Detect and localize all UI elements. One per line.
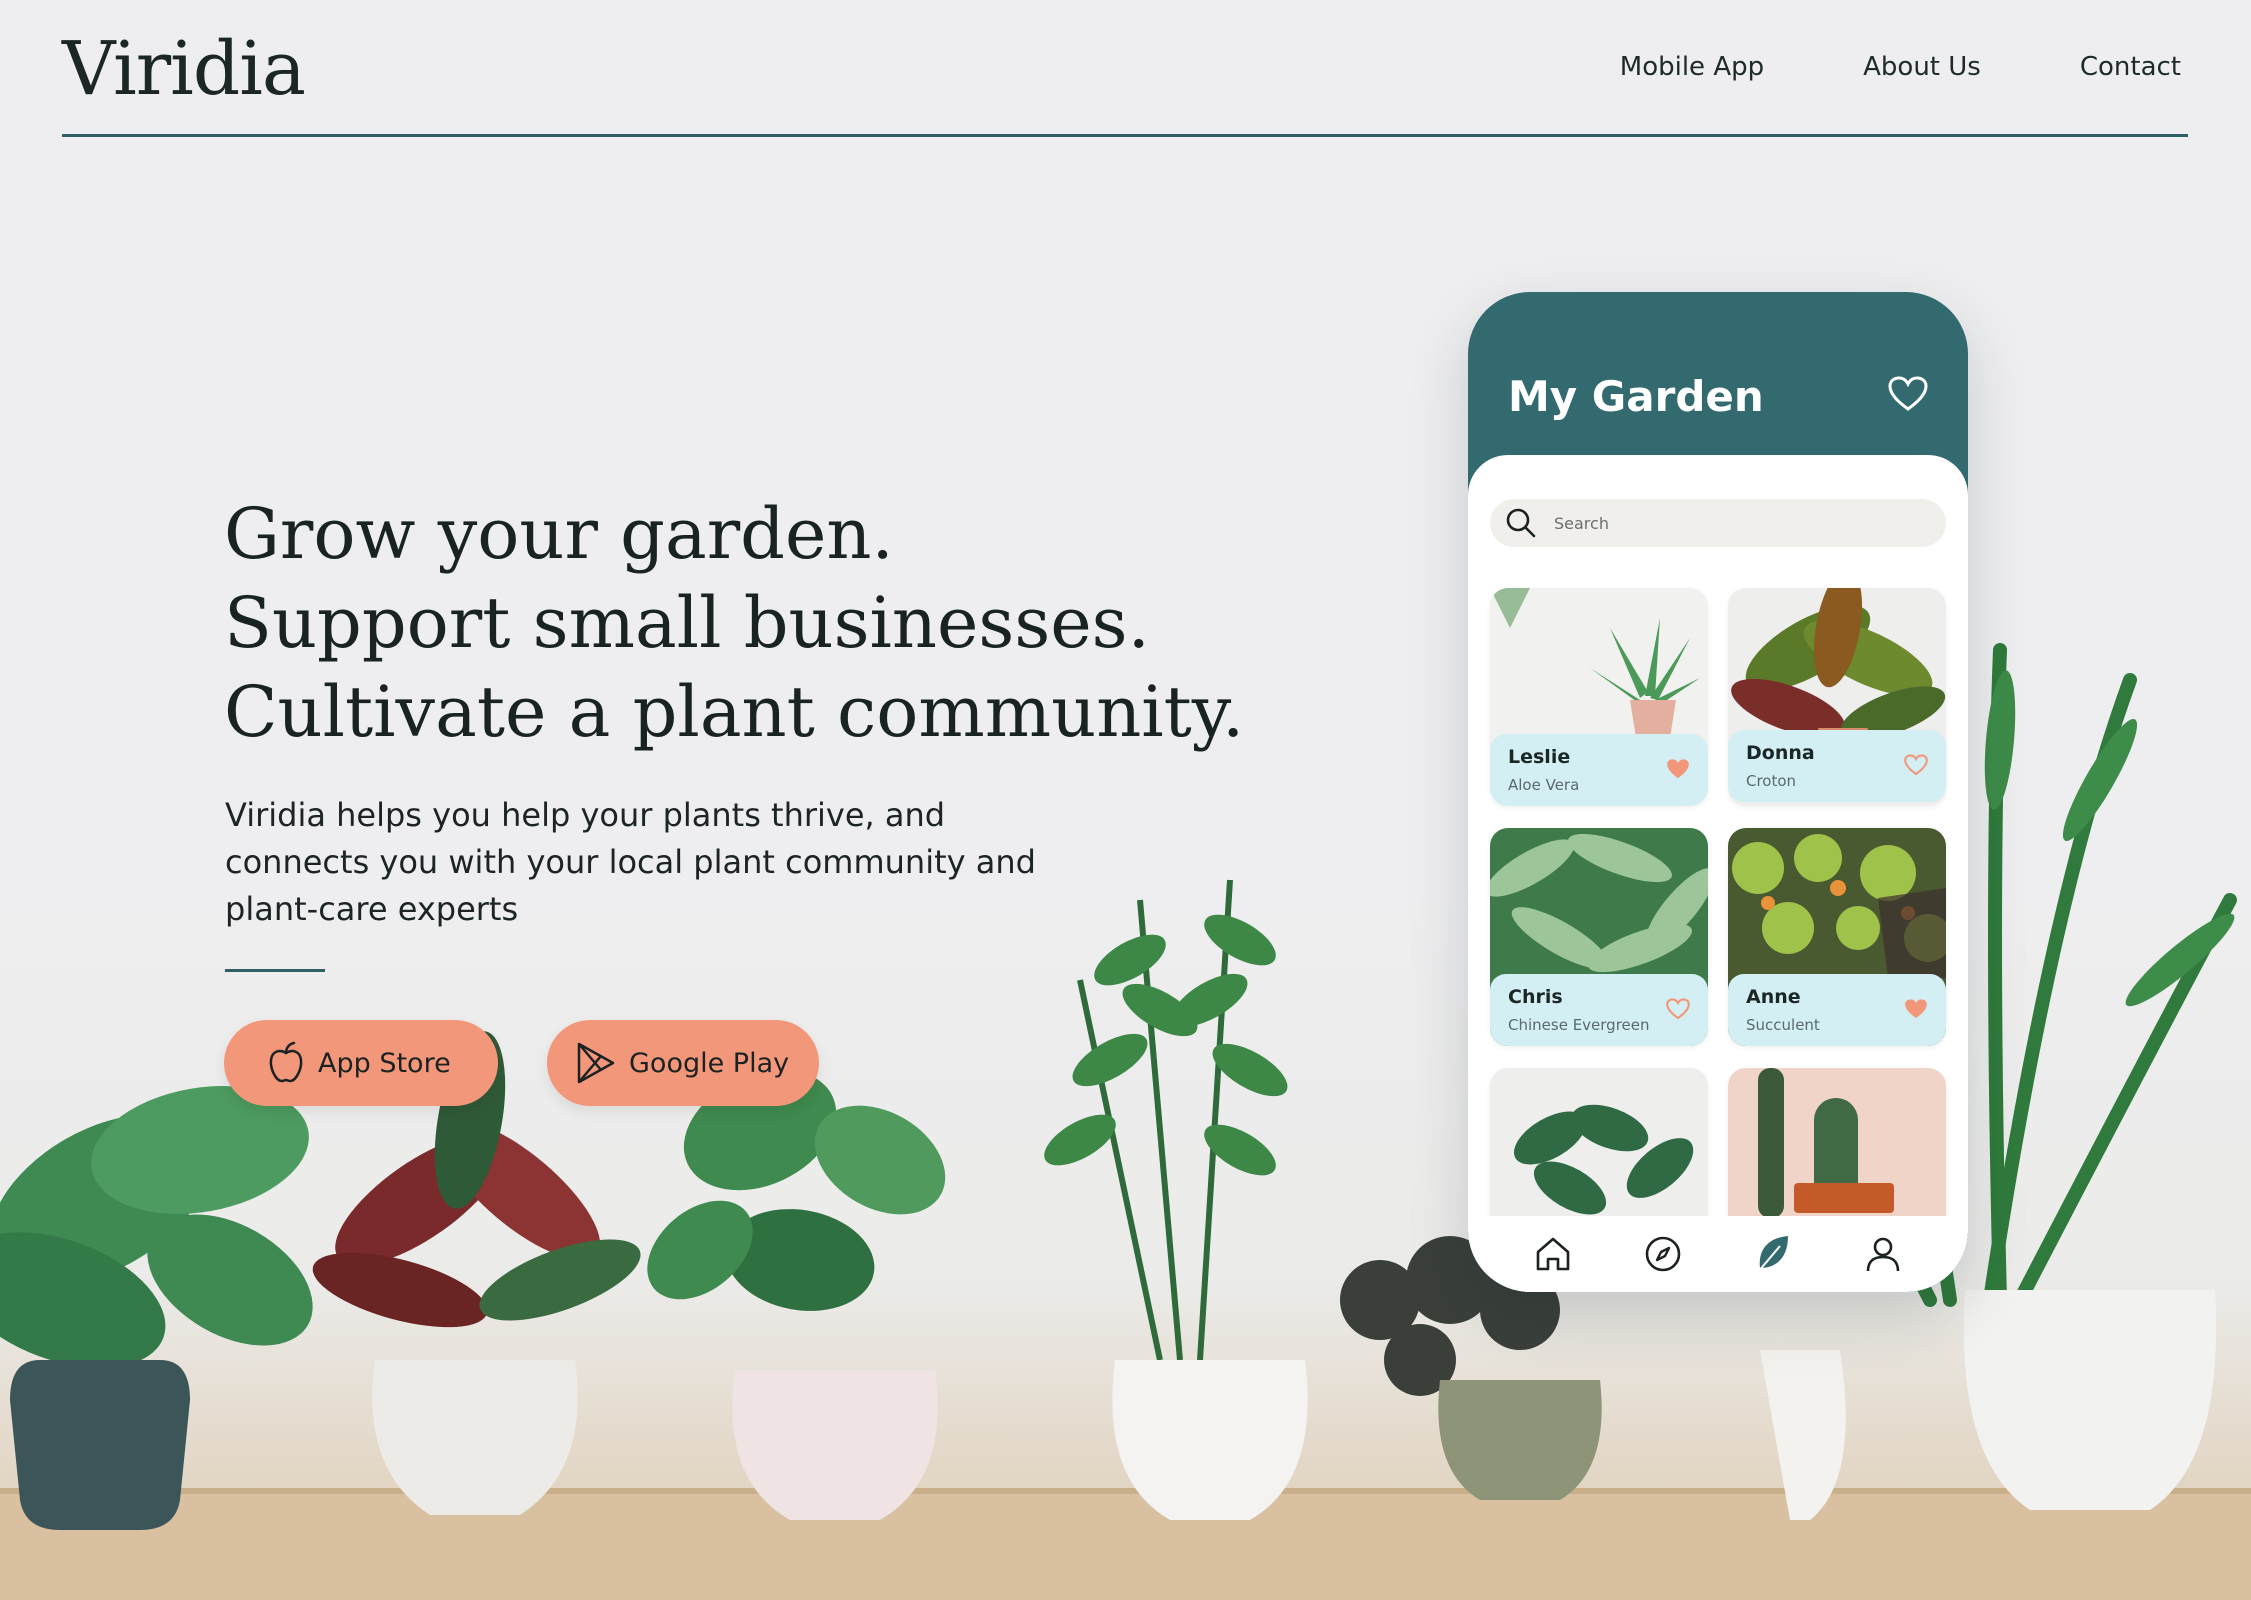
main-nav: Mobile App About Us Contact <box>1620 52 2181 82</box>
phone-content: Leslie Aloe Vera Donna Croton <box>1468 455 1968 1292</box>
apple-icon <box>269 1041 303 1083</box>
heart-filled-icon[interactable] <box>1904 998 1928 1020</box>
plant-type: Croton <box>1746 772 1797 790</box>
google-play-icon <box>577 1042 615 1084</box>
owner-name: Anne <box>1746 986 1801 1008</box>
nav-mobile-app[interactable]: Mobile App <box>1620 52 1764 82</box>
leaf-icon[interactable] <box>1754 1234 1792 1274</box>
hero-accent-divider <box>225 969 325 972</box>
plant-card[interactable]: Leslie Aloe Vera <box>1490 588 1708 806</box>
headline-line: Support small businesses. <box>224 582 1150 664</box>
plant-card[interactable]: Chris Chinese Evergreen <box>1490 828 1708 1046</box>
headline-line: Grow your garden. <box>224 493 894 575</box>
plant-card-label: Leslie Aloe Vera <box>1490 734 1708 806</box>
search-bar[interactable] <box>1490 499 1946 547</box>
heart-outline-icon[interactable] <box>1904 754 1928 776</box>
plant-card[interactable]: Anne Succulent <box>1728 828 1946 1046</box>
hero-description: Viridia helps you help your plants thriv… <box>225 792 1085 933</box>
search-input[interactable] <box>1552 512 1916 534</box>
header-divider <box>62 134 2188 137</box>
phone-screen-title: My Garden <box>1508 372 1764 421</box>
owner-name: Donna <box>1746 742 1815 764</box>
phone-mockup: My Garden Leslie <box>1468 292 1968 1292</box>
app-store-label: App Store <box>318 1047 451 1079</box>
home-icon[interactable] <box>1534 1235 1572 1273</box>
description-line: Viridia helps you help your plants thriv… <box>225 796 946 834</box>
app-store-button[interactable]: App Store <box>224 1020 498 1106</box>
description-line: connects you with your local plant commu… <box>225 843 1036 881</box>
search-icon <box>1506 508 1536 538</box>
owner-name: Chris <box>1508 986 1563 1008</box>
heart-outline-icon[interactable] <box>1666 998 1690 1020</box>
google-play-label: Google Play <box>629 1047 790 1079</box>
google-play-button[interactable]: Google Play <box>547 1020 819 1106</box>
plant-type: Succulent <box>1746 1016 1820 1034</box>
plant-type: Aloe Vera <box>1508 776 1580 794</box>
plant-card-label: Chris Chinese Evergreen <box>1490 974 1708 1046</box>
profile-icon[interactable] <box>1864 1235 1902 1273</box>
owner-name: Leslie <box>1508 746 1571 768</box>
plant-card-label: Anne Succulent <box>1728 974 1946 1046</box>
plant-card[interactable]: Donna Croton <box>1728 588 1946 806</box>
compass-icon[interactable] <box>1644 1235 1682 1273</box>
heart-filled-icon[interactable] <box>1666 758 1690 780</box>
heart-outline-icon[interactable] <box>1888 376 1928 412</box>
hero-headline: Grow your garden. Support small business… <box>224 490 1244 757</box>
plant-type: Chinese Evergreen <box>1508 1016 1650 1034</box>
site-logo[interactable]: Viridia <box>62 26 306 112</box>
nav-contact[interactable]: Contact <box>2080 52 2181 82</box>
description-line: plant-care experts <box>225 890 519 928</box>
plant-card-label: Donna Croton <box>1728 730 1946 802</box>
headline-line: Cultivate a plant community. <box>224 671 1245 753</box>
nav-about-us[interactable]: About Us <box>1863 52 1981 82</box>
bottom-tab-bar <box>1468 1216 1968 1292</box>
